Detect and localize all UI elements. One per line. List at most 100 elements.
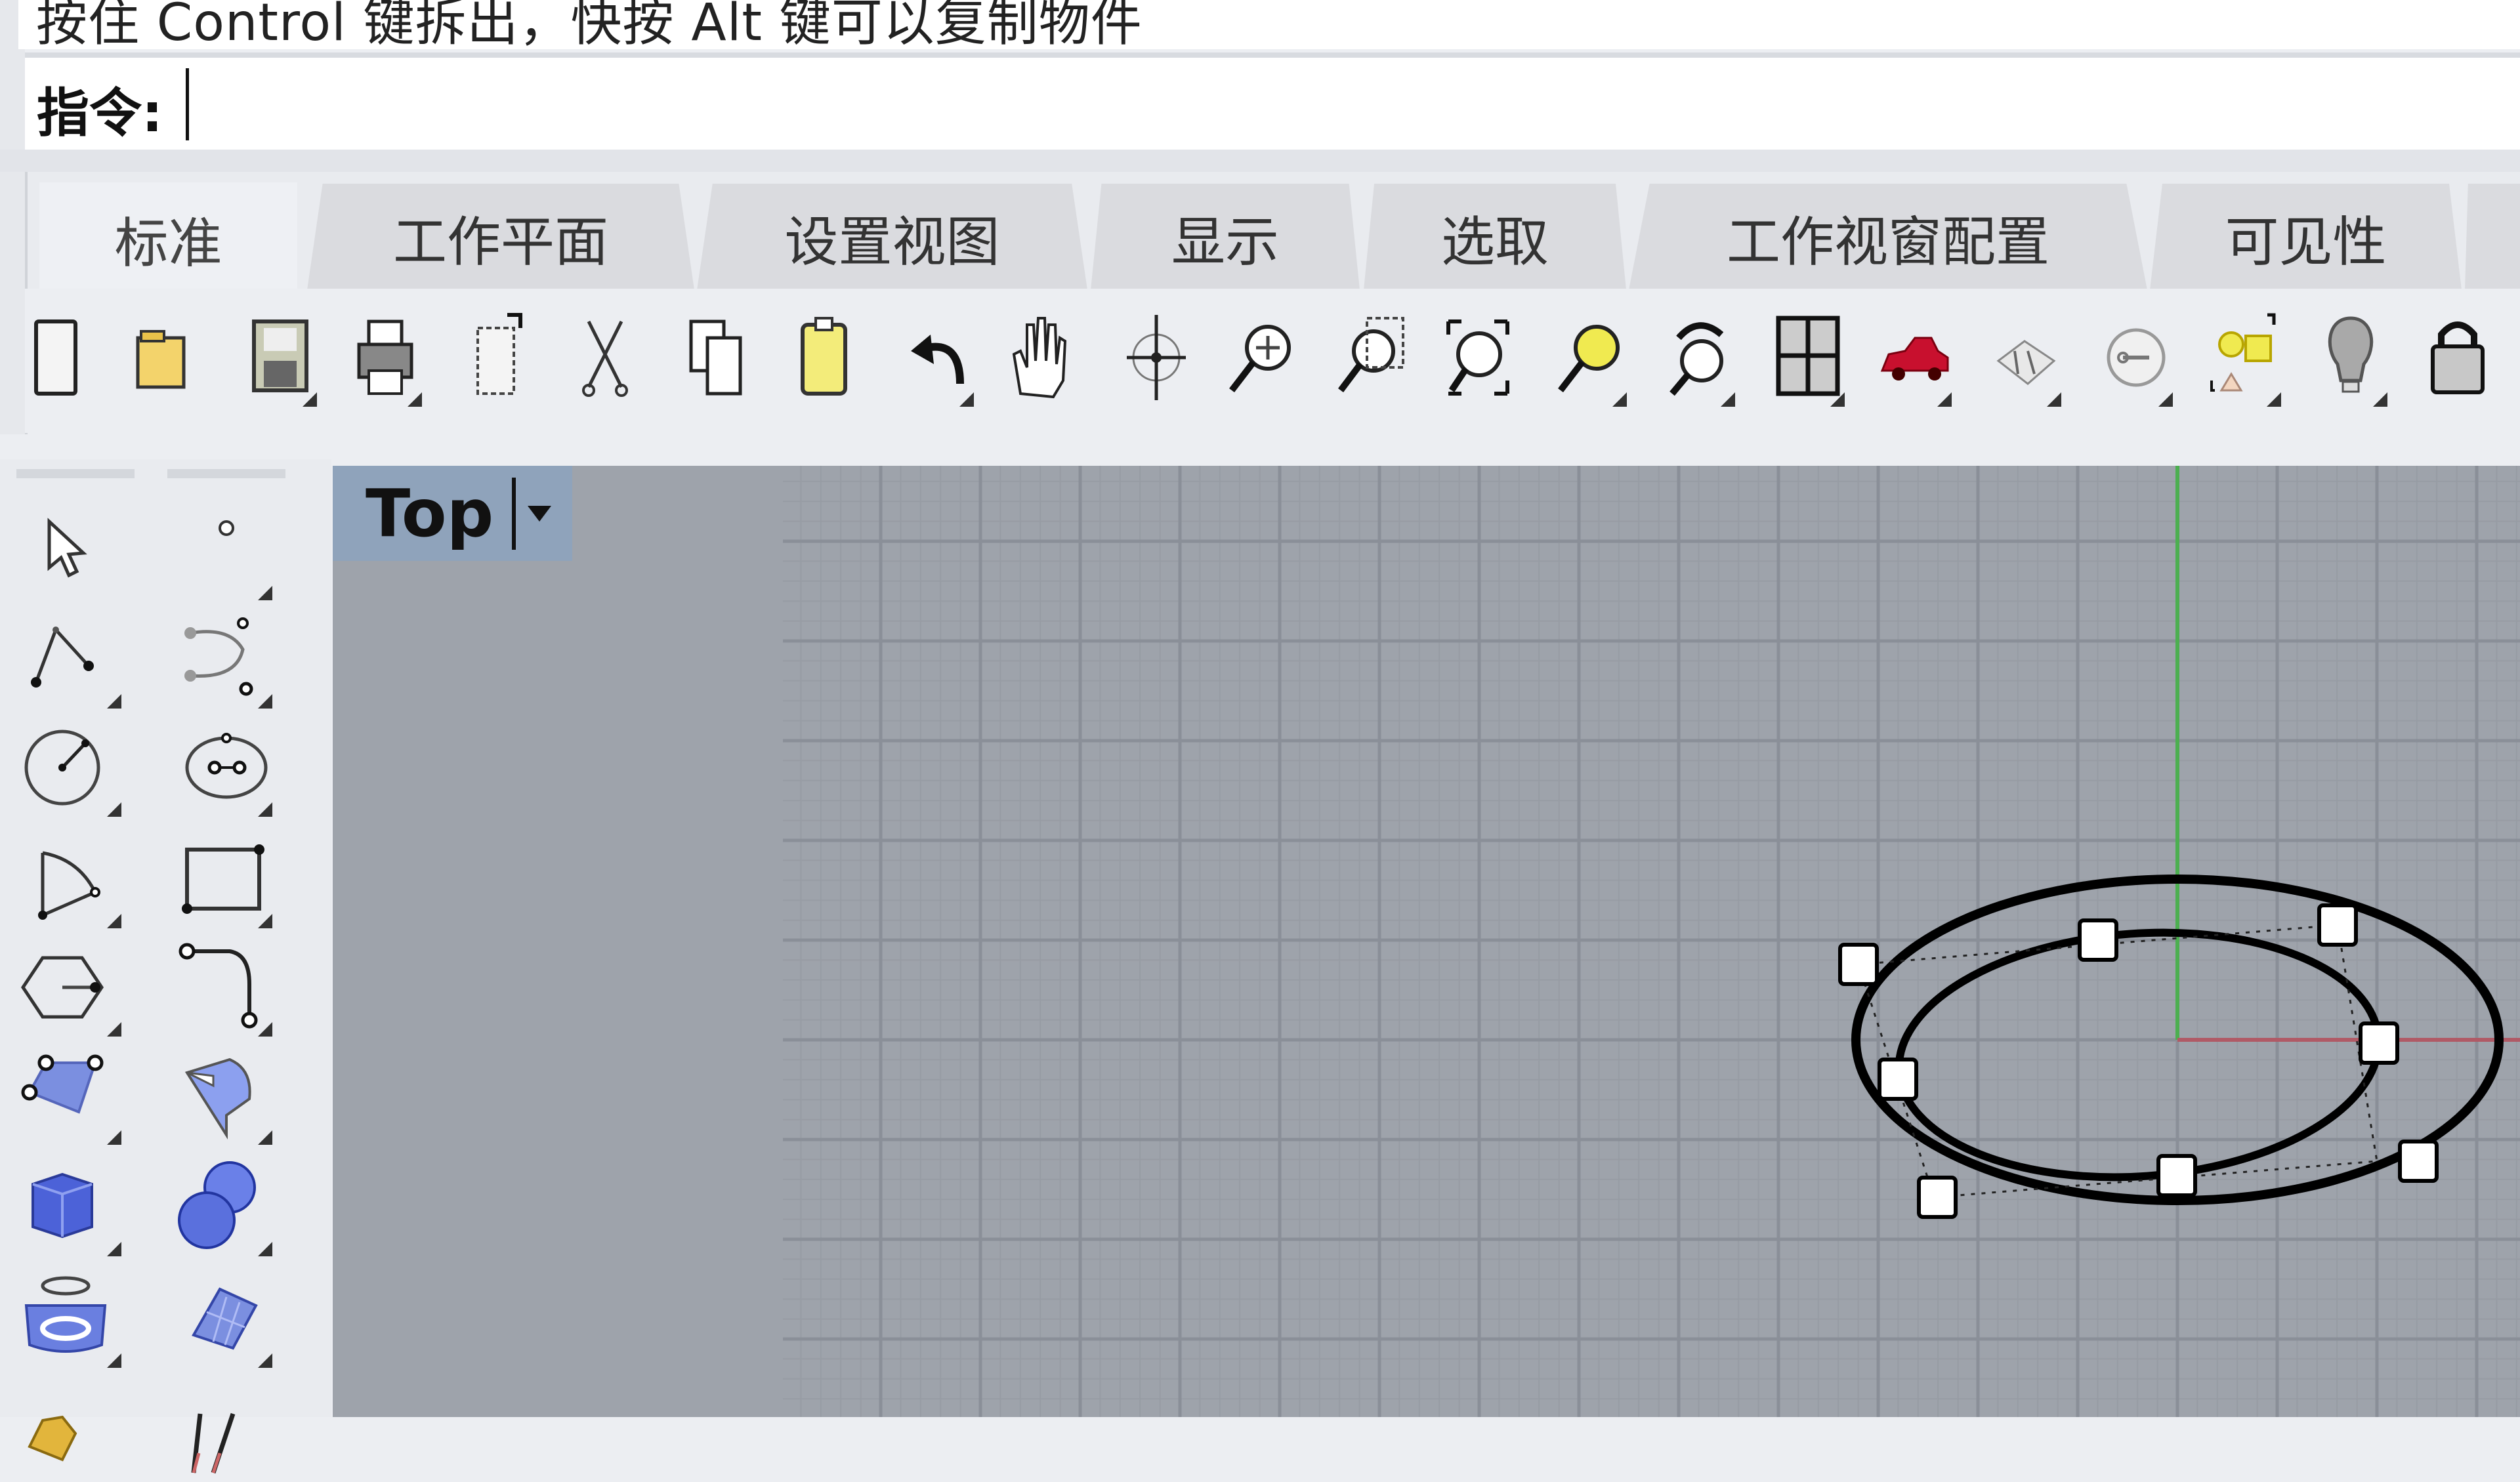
- surface-edit-icon[interactable]: [167, 1046, 285, 1145]
- extrude-icon[interactable]: [16, 1269, 135, 1368]
- toolbar-grip[interactable]: [167, 469, 285, 478]
- flyout-arrow-icon[interactable]: [258, 802, 272, 817]
- flyout-arrow-icon[interactable]: [107, 914, 121, 928]
- curve-fillet-icon[interactable]: [167, 938, 285, 1037]
- toolbar-tabs: 标准 工作平面 设置视图 显示 选取 工作视窗配置 可见性: [0, 172, 2520, 294]
- lock-icon[interactable]: [2418, 308, 2497, 407]
- tab-viewport-layout[interactable]: 工作视窗配置: [1629, 184, 2147, 290]
- separator: [512, 477, 516, 550]
- flyout-arrow-icon[interactable]: [1612, 392, 1627, 407]
- dimension-icon[interactable]: [167, 1381, 285, 1479]
- flyout-arrow-icon[interactable]: [1937, 392, 1952, 407]
- tab-cplanes[interactable]: 工作平面: [307, 184, 694, 290]
- light-bulb-icon[interactable]: [2311, 308, 2390, 407]
- tab-label: 工作视窗配置: [1726, 211, 2049, 274]
- select-arrow-icon[interactable]: [16, 502, 135, 600]
- flyout-arrow-icon[interactable]: [2267, 392, 2281, 407]
- undo-view-icon[interactable]: [1659, 308, 1738, 407]
- rotate-view-icon[interactable]: [1117, 308, 1196, 407]
- print-icon[interactable]: [346, 308, 425, 407]
- arc-icon[interactable]: [16, 830, 135, 928]
- zoom-selected-icon[interactable]: [1551, 308, 1629, 407]
- flyout-arrow-icon[interactable]: [107, 1353, 121, 1368]
- flyout-arrow-icon[interactable]: [258, 914, 272, 928]
- materials-icon[interactable]: [1985, 308, 2064, 407]
- toolbar-grip[interactable]: [16, 469, 135, 478]
- new-file-icon[interactable]: [16, 308, 95, 407]
- four-viewports-icon[interactable]: [1769, 308, 1847, 407]
- tab-label: 显示: [1171, 211, 1279, 274]
- viewport-title: Top: [366, 475, 494, 552]
- solid-box-icon[interactable]: [16, 1158, 135, 1256]
- cplane-icon[interactable]: [2097, 308, 2175, 407]
- tab-display[interactable]: 显示: [1091, 184, 1360, 290]
- control-point-grip: [1838, 943, 1879, 986]
- polygon-icon[interactable]: [16, 938, 135, 1037]
- tab-standard[interactable]: 标准: [39, 182, 297, 294]
- flyout-arrow-icon[interactable]: [303, 392, 317, 407]
- pan-hand-icon[interactable]: [998, 308, 1076, 407]
- zoom-window-icon[interactable]: [1331, 308, 1410, 407]
- flyout-arrow-icon[interactable]: [258, 1130, 272, 1145]
- ellipse-icon[interactable]: [167, 718, 285, 817]
- control-point-grip: [2398, 1140, 2439, 1183]
- circle-icon[interactable]: [16, 718, 135, 817]
- viewport-title-tab[interactable]: Top: [333, 466, 572, 561]
- chevron-down-icon[interactable]: [528, 505, 552, 522]
- command-line[interactable]: 指令:: [25, 52, 2520, 150]
- tab-label: 标准: [114, 212, 222, 275]
- side-toolbar-column-1: [10, 469, 141, 1462]
- viewport-top[interactable]: Top: [333, 466, 2520, 1417]
- flyout-arrow-icon[interactable]: [1830, 392, 1845, 407]
- polyline-icon[interactable]: [16, 610, 135, 709]
- flyout-arrow-icon[interactable]: [107, 802, 121, 817]
- flyout-arrow-icon[interactable]: [1721, 392, 1735, 407]
- boolean-union-icon[interactable]: [167, 1158, 285, 1256]
- flyout-arrow-icon[interactable]: [107, 1130, 121, 1145]
- transform-icon[interactable]: [16, 1381, 135, 1479]
- flyout-arrow-icon[interactable]: [258, 586, 272, 600]
- side-toolbar-column-2: [161, 469, 292, 1474]
- control-point-grip: [1878, 1058, 1918, 1101]
- open-folder-icon[interactable]: [125, 308, 203, 407]
- tab-select[interactable]: 选取: [1364, 184, 1626, 290]
- construction-grid: [783, 466, 2520, 1417]
- save-icon[interactable]: [241, 308, 320, 407]
- status-text: 按住 Control 键拆出，快按 Alt 键可以复制物件: [36, 0, 1143, 49]
- flyout-arrow-icon[interactable]: [2373, 392, 2387, 407]
- flyout-arrow-icon[interactable]: [2047, 392, 2061, 407]
- control-point-grip: [2078, 918, 2118, 962]
- flyout-arrow-icon[interactable]: [2158, 392, 2173, 407]
- standard-toolbar: [25, 289, 2520, 433]
- flyout-arrow-icon[interactable]: [107, 1022, 121, 1037]
- command-input[interactable]: [186, 67, 2485, 140]
- cut-icon[interactable]: [566, 308, 644, 407]
- tab-visibility[interactable]: 可见性: [2150, 184, 2462, 290]
- object-properties-icon[interactable]: [2205, 308, 2284, 407]
- flyout-arrow-icon[interactable]: [258, 1022, 272, 1037]
- flyout-arrow-icon[interactable]: [258, 1242, 272, 1256]
- flyout-arrow-icon[interactable]: [107, 1242, 121, 1256]
- tab-label: 设置视图: [784, 211, 1000, 274]
- zoom-extents-icon[interactable]: [1438, 308, 1517, 407]
- flyout-arrow-icon[interactable]: [107, 694, 121, 709]
- zoom-dynamic-icon[interactable]: [1222, 308, 1301, 407]
- copy-icon[interactable]: [678, 308, 757, 407]
- command-label: 指令:: [37, 83, 163, 144]
- surface-from-points-icon[interactable]: [16, 1046, 135, 1145]
- tab-set-view[interactable]: 设置视图: [697, 184, 1087, 290]
- flyout-arrow-icon[interactable]: [408, 392, 422, 407]
- flyout-arrow-icon[interactable]: [258, 694, 272, 709]
- tab-overflow[interactable]: [2465, 184, 2520, 290]
- point-icon[interactable]: [167, 502, 285, 600]
- flyout-arrow-icon[interactable]: [258, 1353, 272, 1368]
- curve-icon[interactable]: [167, 610, 285, 709]
- mesh-icon[interactable]: [167, 1269, 285, 1368]
- undo-icon[interactable]: [898, 308, 976, 407]
- paste-icon[interactable]: [784, 308, 863, 407]
- control-point-grip: [1917, 1176, 1958, 1219]
- flyout-arrow-icon[interactable]: [959, 392, 974, 407]
- rectangle-icon[interactable]: [167, 830, 285, 928]
- import-icon[interactable]: [458, 308, 537, 407]
- car-render-icon[interactable]: [1876, 308, 1954, 407]
